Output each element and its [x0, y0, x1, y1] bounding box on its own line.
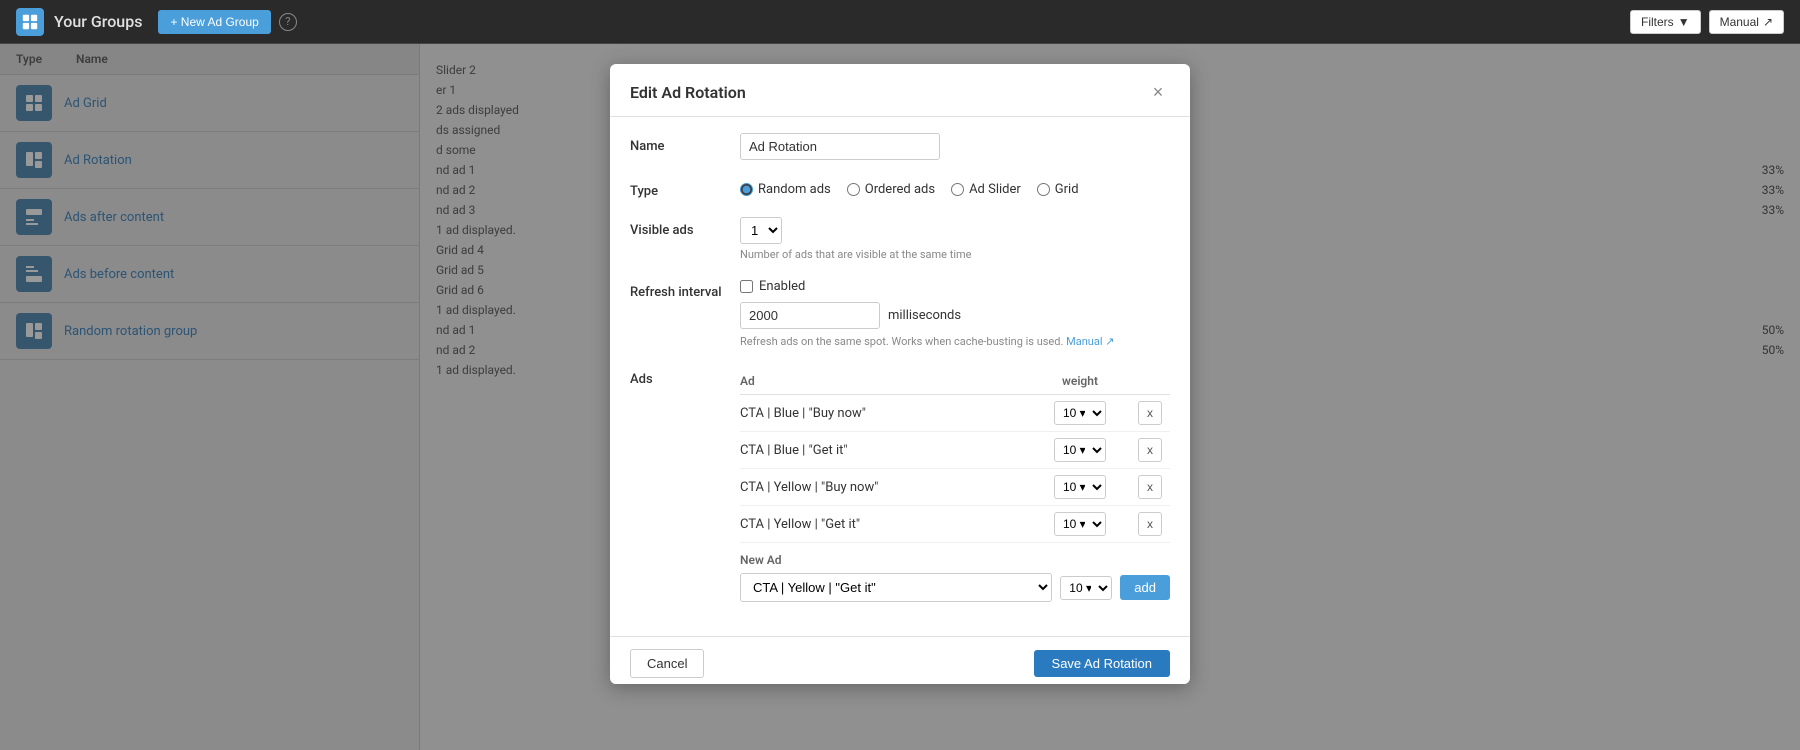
- radio-slider-input[interactable]: [951, 183, 964, 196]
- modal-overlay: Edit Ad Rotation × Name Type Rando: [0, 44, 1800, 750]
- modal-close-button[interactable]: ×: [1146, 80, 1170, 104]
- refresh-interval-content: Enabled milliseconds Refresh ads on the …: [740, 279, 1170, 348]
- new-ad-section: New Ad CTA | Yellow | "Get it" CTA | Blu…: [740, 553, 1170, 602]
- ad-action-1: x: [1130, 401, 1170, 425]
- visible-ads-select[interactable]: 1 2 3 4: [740, 217, 782, 244]
- name-row: Name: [630, 133, 1170, 160]
- visible-ads-label: Visible ads: [630, 217, 740, 238]
- refresh-ms-input[interactable]: [740, 302, 880, 329]
- radio-ordered-label: Ordered ads: [865, 182, 935, 197]
- new-ad-select[interactable]: CTA | Yellow | "Get it" CTA | Blue | "Bu…: [740, 573, 1052, 602]
- ads-content: Ad weight CTA | Blue | "Buy now" 10 ▾: [740, 366, 1170, 602]
- radio-ordered-input[interactable]: [847, 183, 860, 196]
- refresh-interval-row: Refresh interval Enabled milliseconds Re…: [630, 279, 1170, 348]
- new-ad-row: CTA | Yellow | "Get it" CTA | Blue | "Bu…: [740, 573, 1170, 602]
- ads-table-header: Ad weight: [740, 370, 1170, 395]
- name-label: Name: [630, 133, 740, 154]
- interval-row: milliseconds: [740, 302, 1170, 329]
- refresh-enabled-label: Enabled: [759, 279, 805, 294]
- filter-icon: ▼: [1678, 15, 1690, 29]
- header: Your Groups + New Ad Group ? Filters ▼ M…: [0, 0, 1800, 44]
- filters-button[interactable]: Filters ▼: [1630, 10, 1701, 34]
- radio-grid[interactable]: Grid: [1037, 182, 1079, 197]
- name-content: [740, 133, 1170, 160]
- ad-name-4: CTA | Yellow | "Get it": [740, 517, 1030, 532]
- help-icon[interactable]: ?: [279, 13, 297, 31]
- radio-ordered[interactable]: Ordered ads: [847, 182, 935, 197]
- ads-row-item: CTA | Blue | "Get it" 10 ▾ x: [740, 432, 1170, 469]
- weight-select-4[interactable]: 10 ▾: [1054, 512, 1106, 536]
- manual-icon: ↗: [1763, 15, 1773, 29]
- radio-random[interactable]: Random ads: [740, 182, 831, 197]
- ms-label: milliseconds: [888, 308, 961, 323]
- type-radio-group: Random ads Ordered ads Ad Slider Gr: [740, 178, 1170, 197]
- new-ad-group-button[interactable]: + New Ad Group: [158, 10, 270, 34]
- ad-weight-2: 10 ▾: [1030, 438, 1130, 462]
- type-content: Random ads Ordered ads Ad Slider Gr: [740, 178, 1170, 197]
- ad-weight-4: 10 ▾: [1030, 512, 1130, 536]
- refresh-enabled-row: Enabled: [740, 279, 1170, 294]
- save-ad-rotation-button[interactable]: Save Ad Rotation: [1034, 650, 1170, 677]
- refresh-hint-link[interactable]: Manual ↗: [1066, 335, 1114, 348]
- refresh-enabled-checkbox[interactable]: [740, 280, 753, 293]
- ad-weight-3: 10 ▾: [1030, 475, 1130, 499]
- visible-ads-content: 1 2 3 4 Number of ads that are visible a…: [740, 217, 1170, 261]
- modal-header: Edit Ad Rotation ×: [610, 64, 1190, 117]
- type-row: Type Random ads Ordered ads: [630, 178, 1170, 199]
- app-logo: [16, 8, 44, 36]
- radio-grid-input[interactable]: [1037, 183, 1050, 196]
- ad-name-2: CTA | Blue | "Get it": [740, 443, 1030, 458]
- name-input[interactable]: [740, 133, 940, 160]
- refresh-interval-label: Refresh interval: [630, 279, 740, 300]
- ad-name-1: CTA | Blue | "Buy now": [740, 406, 1030, 421]
- edit-ad-rotation-modal: Edit Ad Rotation × Name Type Rando: [610, 64, 1190, 684]
- weight-select-3[interactable]: 10 ▾: [1054, 475, 1106, 499]
- radio-random-input[interactable]: [740, 183, 753, 196]
- ads-col-weight-header: weight: [1030, 374, 1130, 388]
- radio-slider[interactable]: Ad Slider: [951, 182, 1021, 197]
- ad-action-4: x: [1130, 512, 1170, 536]
- weight-select-2[interactable]: 10 ▾: [1054, 438, 1106, 462]
- ads-row-item: CTA | Yellow | "Buy now" 10 ▾ x: [740, 469, 1170, 506]
- add-ad-button[interactable]: add: [1120, 575, 1170, 600]
- ads-row: Ads Ad weight CTA | Blue | "Buy now": [630, 366, 1170, 602]
- new-ad-label: New Ad: [740, 553, 1170, 567]
- remove-ad-4-button[interactable]: x: [1138, 512, 1162, 536]
- remove-ad-1-button[interactable]: x: [1138, 401, 1162, 425]
- modal-body: Name Type Random ads Ord: [610, 117, 1190, 636]
- ads-col-ad-header: Ad: [740, 374, 1030, 388]
- refresh-hint: Refresh ads on the same spot. Works when…: [740, 335, 1170, 348]
- remove-ad-2-button[interactable]: x: [1138, 438, 1162, 462]
- visible-ads-row: Visible ads 1 2 3 4 Number of ads that a…: [630, 217, 1170, 261]
- new-ad-weight-select[interactable]: 10 ▾: [1060, 576, 1112, 600]
- new-ad-group-label: + New Ad Group: [170, 15, 258, 29]
- ads-col-action-header: [1130, 374, 1170, 388]
- ads-row-item: CTA | Blue | "Buy now" 10 ▾ x: [740, 395, 1170, 432]
- radio-grid-label: Grid: [1055, 182, 1079, 197]
- cancel-button[interactable]: Cancel: [630, 649, 704, 678]
- page-title: Your Groups: [54, 12, 142, 31]
- type-label: Type: [630, 178, 740, 199]
- ad-action-2: x: [1130, 438, 1170, 462]
- header-actions: Filters ▼ Manual ↗: [1630, 10, 1784, 34]
- ad-action-3: x: [1130, 475, 1170, 499]
- modal-footer: Cancel Save Ad Rotation: [610, 636, 1190, 684]
- remove-ad-3-button[interactable]: x: [1138, 475, 1162, 499]
- weight-select-1[interactable]: 10 ▾: [1054, 401, 1106, 425]
- ad-weight-1: 10 ▾: [1030, 401, 1130, 425]
- ad-name-3: CTA | Yellow | "Buy now": [740, 480, 1030, 495]
- ads-table: Ad weight CTA | Blue | "Buy now" 10 ▾: [740, 370, 1170, 543]
- manual-button[interactable]: Manual ↗: [1709, 10, 1784, 34]
- ads-label: Ads: [630, 366, 740, 387]
- modal-title: Edit Ad Rotation: [630, 83, 746, 102]
- visible-ads-hint: Number of ads that are visible at the sa…: [740, 248, 1170, 261]
- radio-slider-label: Ad Slider: [969, 182, 1021, 197]
- ads-row-item: CTA | Yellow | "Get it" 10 ▾ x: [740, 506, 1170, 543]
- radio-random-label: Random ads: [758, 182, 831, 197]
